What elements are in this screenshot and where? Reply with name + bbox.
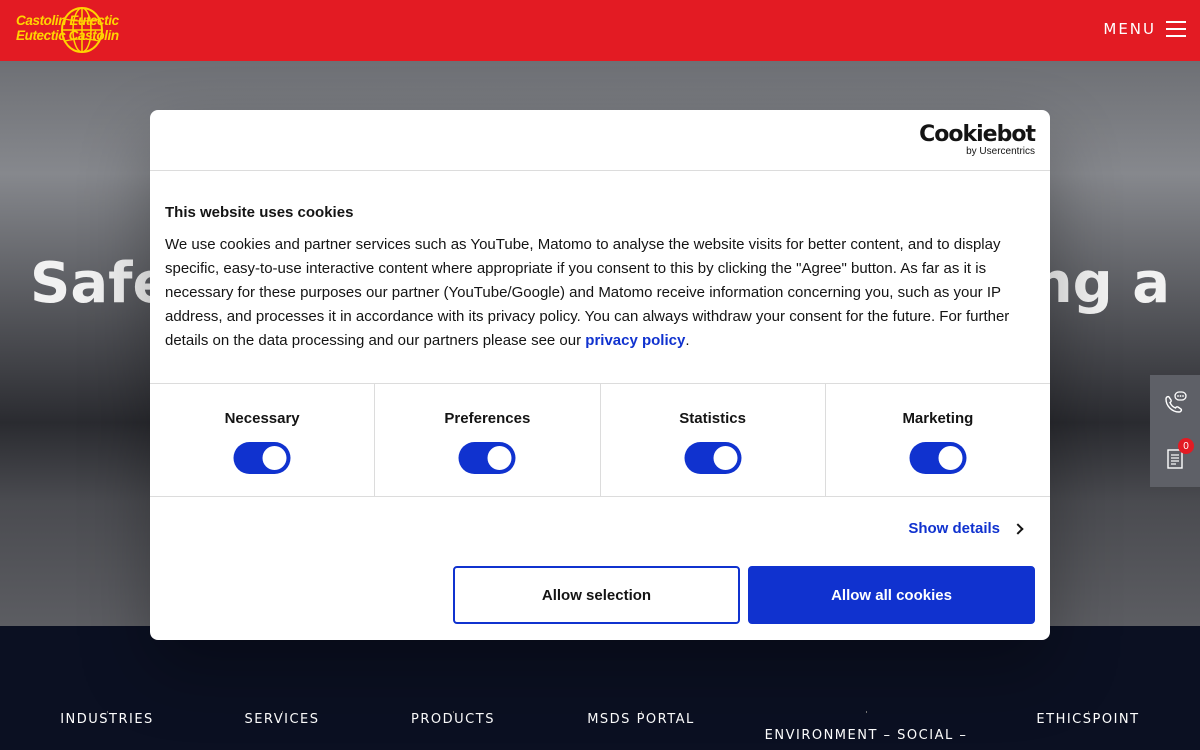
show-details-label: Show details bbox=[908, 520, 1000, 537]
dialog-body-text: We use cookies and partner services such… bbox=[165, 233, 1035, 353]
category-preferences: Preferences bbox=[375, 384, 601, 496]
chevron-right-icon bbox=[1012, 522, 1024, 535]
footer-link-industries[interactable]: INDUSTRIES bbox=[60, 712, 154, 727]
logo-line-1: Castolin Eutectic bbox=[16, 13, 119, 28]
allow-selection-button[interactable]: Allow selection bbox=[453, 566, 740, 624]
castolin-eutectic-logo[interactable]: Castolin Eutectic Eutectic Castolin bbox=[14, 6, 150, 54]
menu-label: MENU bbox=[1103, 20, 1156, 38]
cookiebot-brand-sub: by Usercentrics bbox=[966, 146, 1035, 157]
category-label: Necessary bbox=[224, 410, 300, 427]
dialog-title: This website uses cookies bbox=[165, 204, 354, 221]
dialog-header: Cookiebot by Usercentrics bbox=[150, 110, 1050, 171]
category-statistics: Statistics bbox=[601, 384, 826, 496]
cookiebot-brand: Cookiebot bbox=[919, 122, 1036, 147]
menu-button[interactable]: MENU bbox=[1103, 20, 1186, 38]
footer-nav: INDUSTRIES SERVICES PRODUCTS MSDS PORTAL… bbox=[0, 626, 1200, 750]
logo-line-2: Eutectic Castolin bbox=[16, 28, 119, 43]
marketing-toggle[interactable] bbox=[909, 442, 967, 474]
footer-link-msds-portal[interactable]: MSDS PORTAL bbox=[587, 712, 695, 727]
hamburger-icon bbox=[1166, 21, 1186, 37]
cookie-consent-dialog: Cookiebot by Usercentrics This website u… bbox=[150, 110, 1050, 640]
statistics-toggle[interactable] bbox=[684, 442, 742, 474]
preferences-toggle[interactable] bbox=[458, 442, 516, 474]
site-header: Castolin Eutectic Eutectic Castolin MENU bbox=[0, 0, 1200, 61]
side-toolbar: 0 bbox=[1150, 375, 1200, 487]
privacy-policy-link[interactable]: privacy policy bbox=[585, 332, 685, 349]
dialog-body-end: . bbox=[685, 332, 690, 349]
datasheet-list-button[interactable]: 0 bbox=[1150, 431, 1200, 487]
footer-link-ethicspoint[interactable]: ETHICSPOINT bbox=[1036, 712, 1139, 727]
footer-divider bbox=[866, 711, 867, 713]
show-details-link[interactable]: Show details bbox=[908, 520, 1024, 537]
count-badge: 0 bbox=[1178, 438, 1194, 454]
necessary-toggle[interactable] bbox=[233, 442, 291, 474]
category-label: Statistics bbox=[679, 410, 746, 427]
category-marketing: Marketing bbox=[826, 384, 1050, 496]
footer-link-products[interactable]: PRODUCTS bbox=[411, 712, 495, 727]
allow-all-cookies-button[interactable]: Allow all cookies bbox=[748, 566, 1035, 624]
category-necessary: Necessary bbox=[150, 384, 376, 496]
contact-button[interactable] bbox=[1150, 375, 1200, 431]
footer-link-services[interactable]: SERVICES bbox=[244, 712, 319, 727]
phone-chat-icon bbox=[1165, 391, 1187, 413]
category-label: Preferences bbox=[444, 410, 531, 427]
category-label: Marketing bbox=[902, 410, 974, 427]
footer-link-esg[interactable]: ENVIRONMENT – SOCIAL – bbox=[765, 728, 968, 743]
consent-categories: Necessary Preferences Statistics Marketi… bbox=[150, 383, 1050, 497]
cookiebot-logo[interactable]: Cookiebot by Usercentrics bbox=[919, 122, 1036, 158]
